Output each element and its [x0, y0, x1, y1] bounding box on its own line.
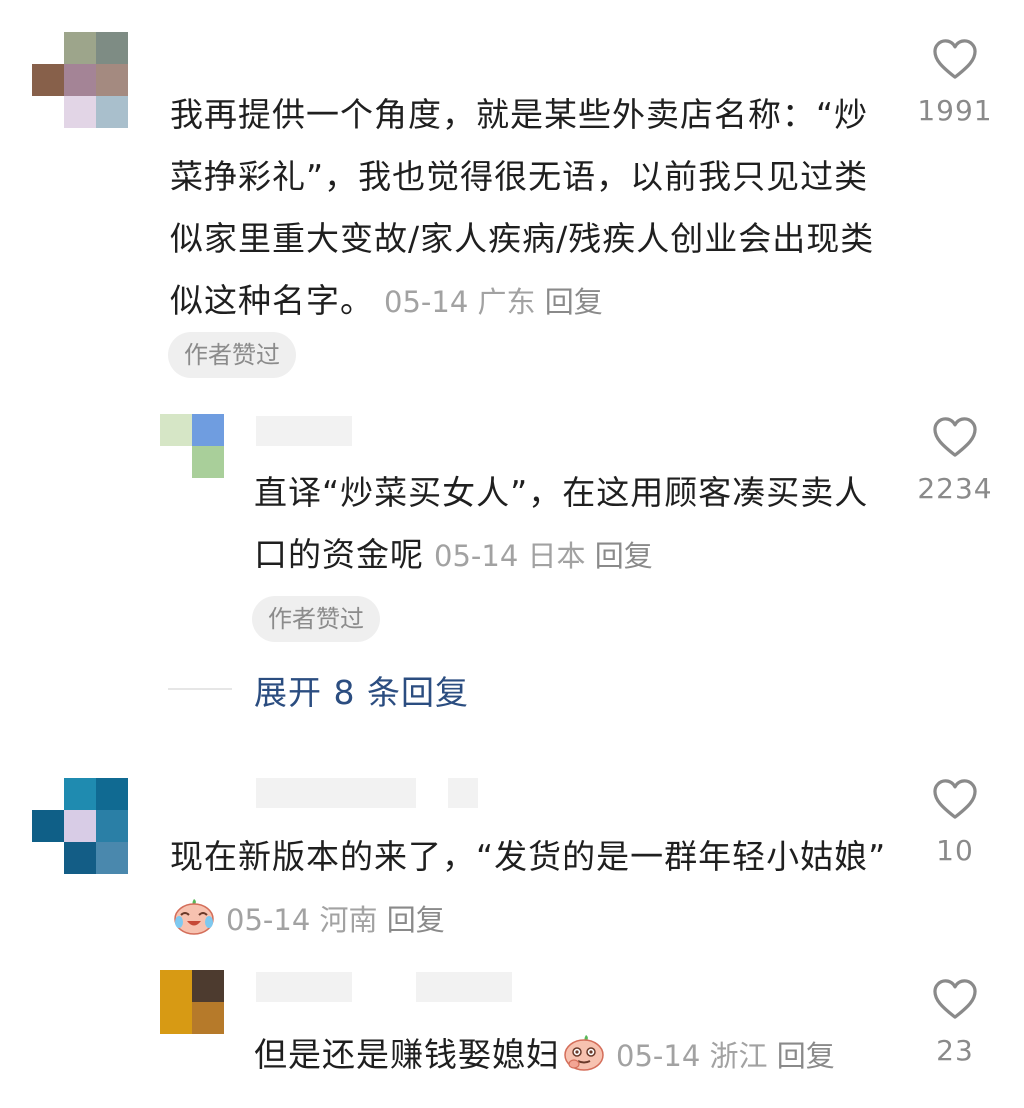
reply-date: 05-14: [616, 1039, 701, 1073]
comment-date: 05-14: [226, 903, 311, 937]
heart-icon: [933, 779, 977, 819]
avatar[interactable]: [160, 414, 224, 478]
comment-text: 现在新版本的来了，“发货的是一群年轻小姑娘” 05-14 河南 回复: [170, 826, 890, 956]
reply-location: 浙江: [709, 1039, 768, 1073]
like-button[interactable]: 2234: [910, 416, 1000, 505]
reply-button[interactable]: 回复: [595, 539, 653, 573]
reply-date: 05-14: [434, 539, 519, 573]
reply-location: 日本: [527, 539, 586, 573]
smirk-emoji: [562, 1030, 606, 1092]
username-blurred: [448, 778, 478, 808]
reply-body: 但是还是赚钱娶媳妇: [254, 1035, 560, 1074]
heart-icon: [933, 979, 977, 1019]
comment-date: 05-14: [384, 285, 469, 319]
like-count: 23: [936, 1034, 974, 1067]
like-button[interactable]: 10: [910, 778, 1000, 867]
username-blurred: [256, 416, 352, 446]
like-count: 1991: [917, 94, 993, 127]
reply-text: 但是还是赚钱娶媳妇 05-14 浙江 回复: [254, 1024, 894, 1092]
laugh-cry-emoji: [172, 894, 216, 956]
heart-icon: [933, 39, 977, 79]
like-button[interactable]: 1991: [910, 38, 1000, 127]
reply-button[interactable]: 回复: [777, 1039, 835, 1073]
like-button[interactable]: 23: [910, 978, 1000, 1067]
author-liked-badge: 作者赞过: [168, 332, 296, 378]
reply-meta: 05-14 浙江 回复: [616, 1039, 835, 1073]
comment-location: 河南: [319, 903, 378, 937]
heart-icon: [933, 417, 977, 457]
reply-button[interactable]: 回复: [387, 903, 445, 937]
like-count: 10: [936, 834, 974, 867]
username-blurred: [256, 778, 416, 808]
comment-meta: 05-14 广东 回复: [384, 285, 603, 319]
username-blurred: [416, 972, 512, 1002]
reply-meta: 05-14 日本 回复: [434, 539, 653, 573]
username-blurred: [256, 972, 352, 1002]
expand-replies-button[interactable]: 展开 8 条回复: [254, 666, 469, 714]
comment-meta: 05-14 河南 回复: [226, 903, 445, 937]
expand-divider: [168, 688, 232, 690]
comment-body: 现在新版本的来了，“发货的是一群年轻小姑娘”: [170, 837, 887, 876]
reply-text: 直译“炒菜买女人”，在这用顾客凑买卖人口的资金呢 05-14 日本 回复: [254, 462, 884, 587]
avatar[interactable]: [32, 778, 128, 874]
comment-text: 我再提供一个角度，就是某些外卖店名称：“炒菜挣彩礼”，我也觉得很无语，以前我只见…: [170, 84, 890, 333]
reply-button[interactable]: 回复: [545, 285, 603, 319]
avatar[interactable]: [32, 32, 128, 128]
comment-location: 广东: [477, 285, 536, 319]
avatar[interactable]: [160, 970, 224, 1034]
author-liked-badge: 作者赞过: [252, 596, 380, 642]
like-count: 2234: [917, 472, 993, 505]
